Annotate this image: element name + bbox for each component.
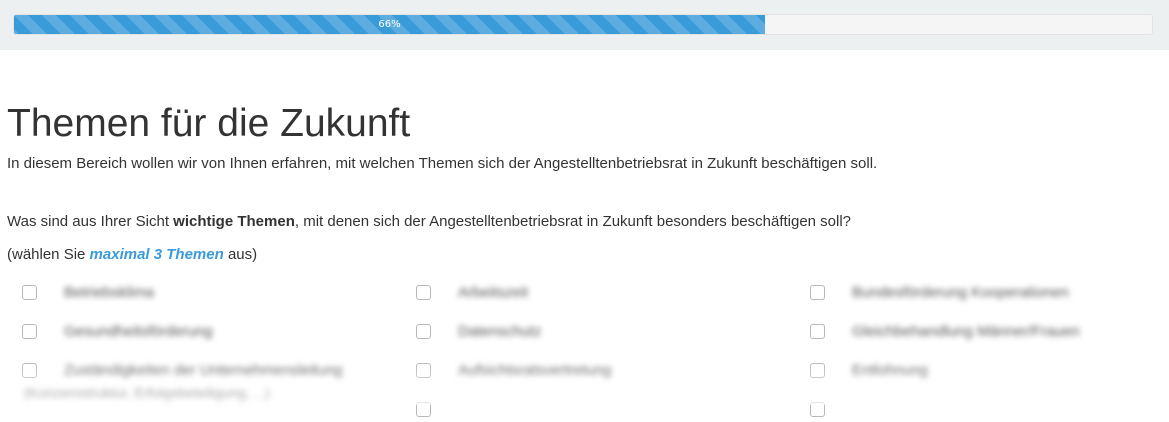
option-checkbox[interactable] [416, 285, 431, 300]
option-label: Betriebsklima [64, 284, 155, 301]
option-checkbox[interactable] [810, 285, 825, 300]
option-label: Bundesförderung Kooperationen [852, 284, 1069, 301]
survey-section: Themen für die Zukunft In diesem Bereich… [7, 96, 1157, 265]
progress-bar-fill: 66% [14, 15, 766, 34]
hint-text-part: (wählen Sie [7, 246, 90, 263]
progress-header: 66% [0, 0, 1169, 50]
option-label: Aufsichtsratsvertretung [458, 362, 612, 379]
question-text-part: Was sind aus Ihrer Sicht [7, 213, 174, 230]
page-title: Themen für die Zukunft [7, 102, 411, 145]
option-label: Datenschutz [458, 323, 542, 340]
hint-text-part: aus) [223, 246, 258, 263]
option-checkbox[interactable] [416, 324, 431, 339]
option-checkbox[interactable] [22, 324, 37, 339]
option-checkbox[interactable] [22, 363, 37, 378]
option-label: Entlohnung [852, 362, 928, 379]
question-text: Was sind aus Ihrer Sicht wichtige Themen… [7, 212, 1157, 232]
progress-bar: 66% [13, 14, 1153, 35]
question-hint: (wählen Sie maximal 3 Themen aus) [7, 245, 1157, 265]
question-text-part: , mit denen sich der Angestelltenbetrieb… [294, 213, 852, 230]
option-checkbox[interactable] [810, 324, 825, 339]
option-checkbox[interactable] [416, 363, 431, 378]
option-label: Arbeitszeit [458, 284, 529, 301]
option-checkbox[interactable] [416, 402, 431, 417]
option-checkbox[interactable] [22, 285, 37, 300]
option-checkbox[interactable] [810, 363, 825, 378]
option-label-line2: (Konzernstruktur, Erfolgsbeteiligung, ..… [24, 385, 270, 401]
progress-label: 66% [378, 19, 401, 30]
option-label: Zuständigkeiten der Unternehmensleitung [64, 362, 343, 379]
hint-emphasis: maximal 3 Themen [89, 246, 224, 263]
option-label: Gleichbehandlung Männer/Frauen [852, 323, 1080, 340]
question-emphasis: wichtige Themen [173, 213, 295, 230]
option-label: Gesundheitsförderung [64, 323, 213, 340]
option-checkbox[interactable] [810, 402, 825, 417]
section-intro: In diesem Bereich wollen wir von Ihnen e… [7, 155, 878, 172]
